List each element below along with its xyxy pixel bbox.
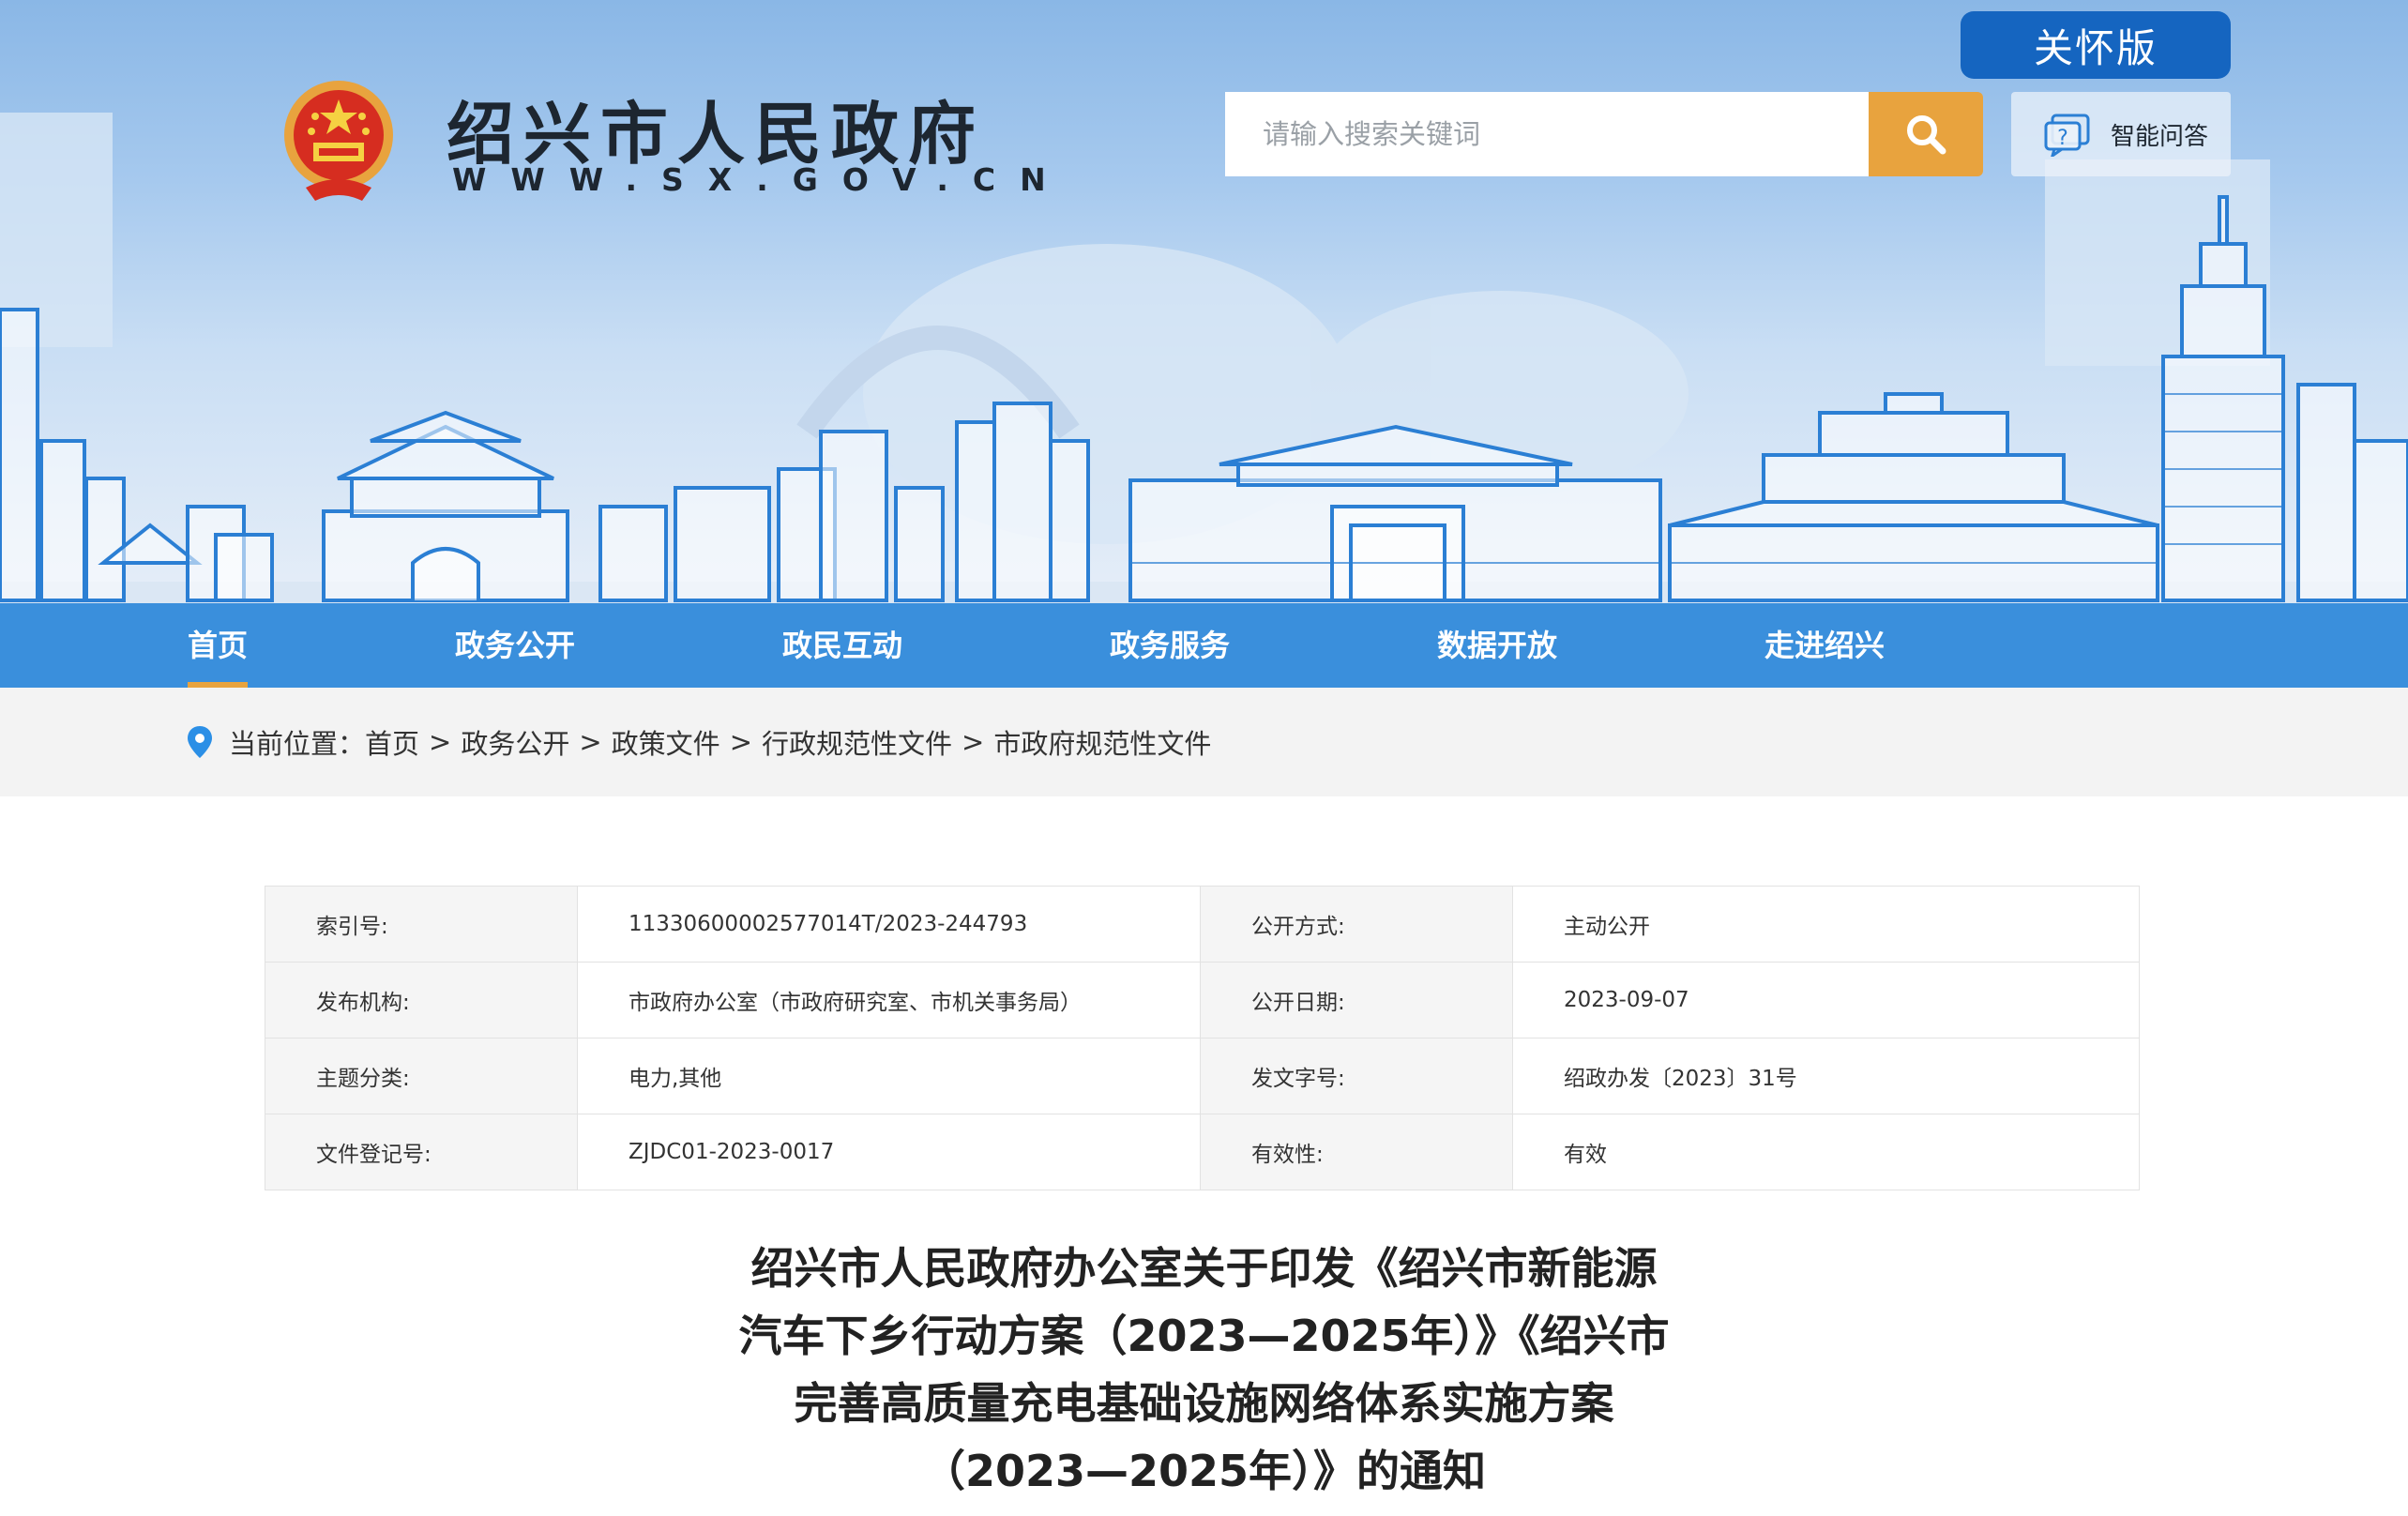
breadcrumb-city-normative-documents[interactable]: 市政府规范性文件: [993, 722, 1211, 762]
info-value-validity: 有效: [1512, 1114, 2140, 1190]
smart-qa-button[interactable]: ? 智能问答: [2011, 92, 2231, 176]
info-value-disclosure-mode: 主动公开: [1512, 886, 2140, 963]
location-pin-icon: [188, 726, 212, 758]
nav-gov-services[interactable]: 政务服务: [1110, 603, 1230, 688]
search-button[interactable]: [1869, 92, 1983, 176]
chat-question-icon: ?: [2044, 114, 2090, 157]
nav-home[interactable]: 首页: [188, 603, 249, 688]
national-emblem-icon: [284, 81, 393, 201]
info-key-document-number: 发文字号:: [1200, 1038, 1513, 1114]
breadcrumb-separator: >: [729, 726, 752, 758]
info-key-publish-date: 公开日期:: [1200, 962, 1513, 1038]
breadcrumb-home[interactable]: 首页: [365, 722, 419, 762]
table-row: 索引号: 11330600002577014T/2023-244793 公开方式…: [265, 886, 2140, 963]
info-value-index-no: 11330600002577014T/2023-244793: [577, 886, 1201, 963]
info-key-publisher: 发布机构:: [265, 962, 578, 1038]
info-value-topic: 电力,其他: [577, 1038, 1201, 1114]
info-key-disclosure-mode: 公开方式:: [1200, 886, 1513, 963]
info-key-topic: 主题分类:: [265, 1038, 578, 1114]
document-title-line: 汽车下乡行动方案（2023—2025年）》《绍兴市: [738, 1311, 1670, 1361]
breadcrumb-separator: >: [579, 726, 602, 758]
document-info-table: 索引号: 11330600002577014T/2023-244793 公开方式…: [265, 886, 2140, 1190]
info-key-index-no: 索引号:: [265, 886, 578, 963]
info-value-registration-no: ZJDC01-2023-0017: [577, 1114, 1201, 1190]
search-input[interactable]: [1225, 92, 1869, 176]
search-icon: [1907, 115, 1946, 155]
document-title: 绍兴市人民政府办公室关于印发《绍兴市新能源 汽车下乡行动方案（2023—2025…: [657, 1235, 1751, 1505]
breadcrumb-prefix: 当前位置：: [229, 728, 366, 760]
breadcrumb-separator: >: [962, 726, 985, 758]
info-key-validity: 有效性:: [1200, 1114, 1513, 1190]
nav-gov-affairs-open[interactable]: 政务公开: [455, 603, 575, 688]
breadcrumb-gov-affairs-open[interactable]: 政务公开: [461, 722, 569, 762]
smart-qa-label: 智能问答: [2111, 122, 2209, 151]
main-nav: 首页 政务公开 政民互动 政务服务 数据开放 走进绍兴: [0, 603, 2408, 688]
breadcrumb-separator: >: [429, 726, 452, 758]
breadcrumb-bar: 当前位置： 首页 > 政务公开 > 政策文件 > 行政规范性文件 > 市政府规范…: [0, 688, 2408, 796]
site-banner: 绍兴市人民政府 WWW.SX.GOV.CN 关怀版 ? 智能问答: [0, 0, 2408, 603]
info-value-publisher: 市政府办公室（市政府研究室、市机关事务局）: [577, 962, 1201, 1038]
info-value-publish-date: 2023-09-07: [1512, 962, 2140, 1038]
info-value-document-number: 绍政办发〔2023〕31号: [1512, 1038, 2140, 1114]
document-title-line: 绍兴市人民政府办公室关于印发《绍兴市新能源: [750, 1243, 1658, 1294]
site-url: WWW.SX.GOV.CN: [452, 161, 1070, 198]
breadcrumb-policy-documents[interactable]: 政策文件: [612, 722, 720, 762]
table-row: 发布机构: 市政府办公室（市政府研究室、市机关事务局） 公开日期: 2023-0…: [265, 962, 2140, 1038]
info-key-registration-no: 文件登记号:: [265, 1114, 578, 1190]
document-title-line: 完善高质量充电基础设施网络体系实施方案: [794, 1378, 1614, 1429]
svg-text:?: ?: [2057, 127, 2068, 150]
table-row: 主题分类: 电力,其他 发文字号: 绍政办发〔2023〕31号: [265, 1038, 2140, 1114]
nav-about-shaoxing[interactable]: 走进绍兴: [1764, 603, 1885, 688]
nav-open-data[interactable]: 数据开放: [1437, 603, 1557, 688]
table-row: 文件登记号: ZJDC01-2023-0017 有效性: 有效: [265, 1114, 2140, 1190]
document-title-line: （2023—2025年）》的通知: [921, 1446, 1487, 1496]
breadcrumb: 当前位置： 首页 > 政务公开 > 政策文件 > 行政规范性文件 > 市政府规范…: [186, 688, 1211, 796]
nav-public-interaction[interactable]: 政民互动: [782, 603, 902, 688]
breadcrumb-admin-normative-documents[interactable]: 行政规范性文件: [762, 722, 952, 762]
care-mode-button[interactable]: 关怀版: [1961, 11, 2231, 79]
